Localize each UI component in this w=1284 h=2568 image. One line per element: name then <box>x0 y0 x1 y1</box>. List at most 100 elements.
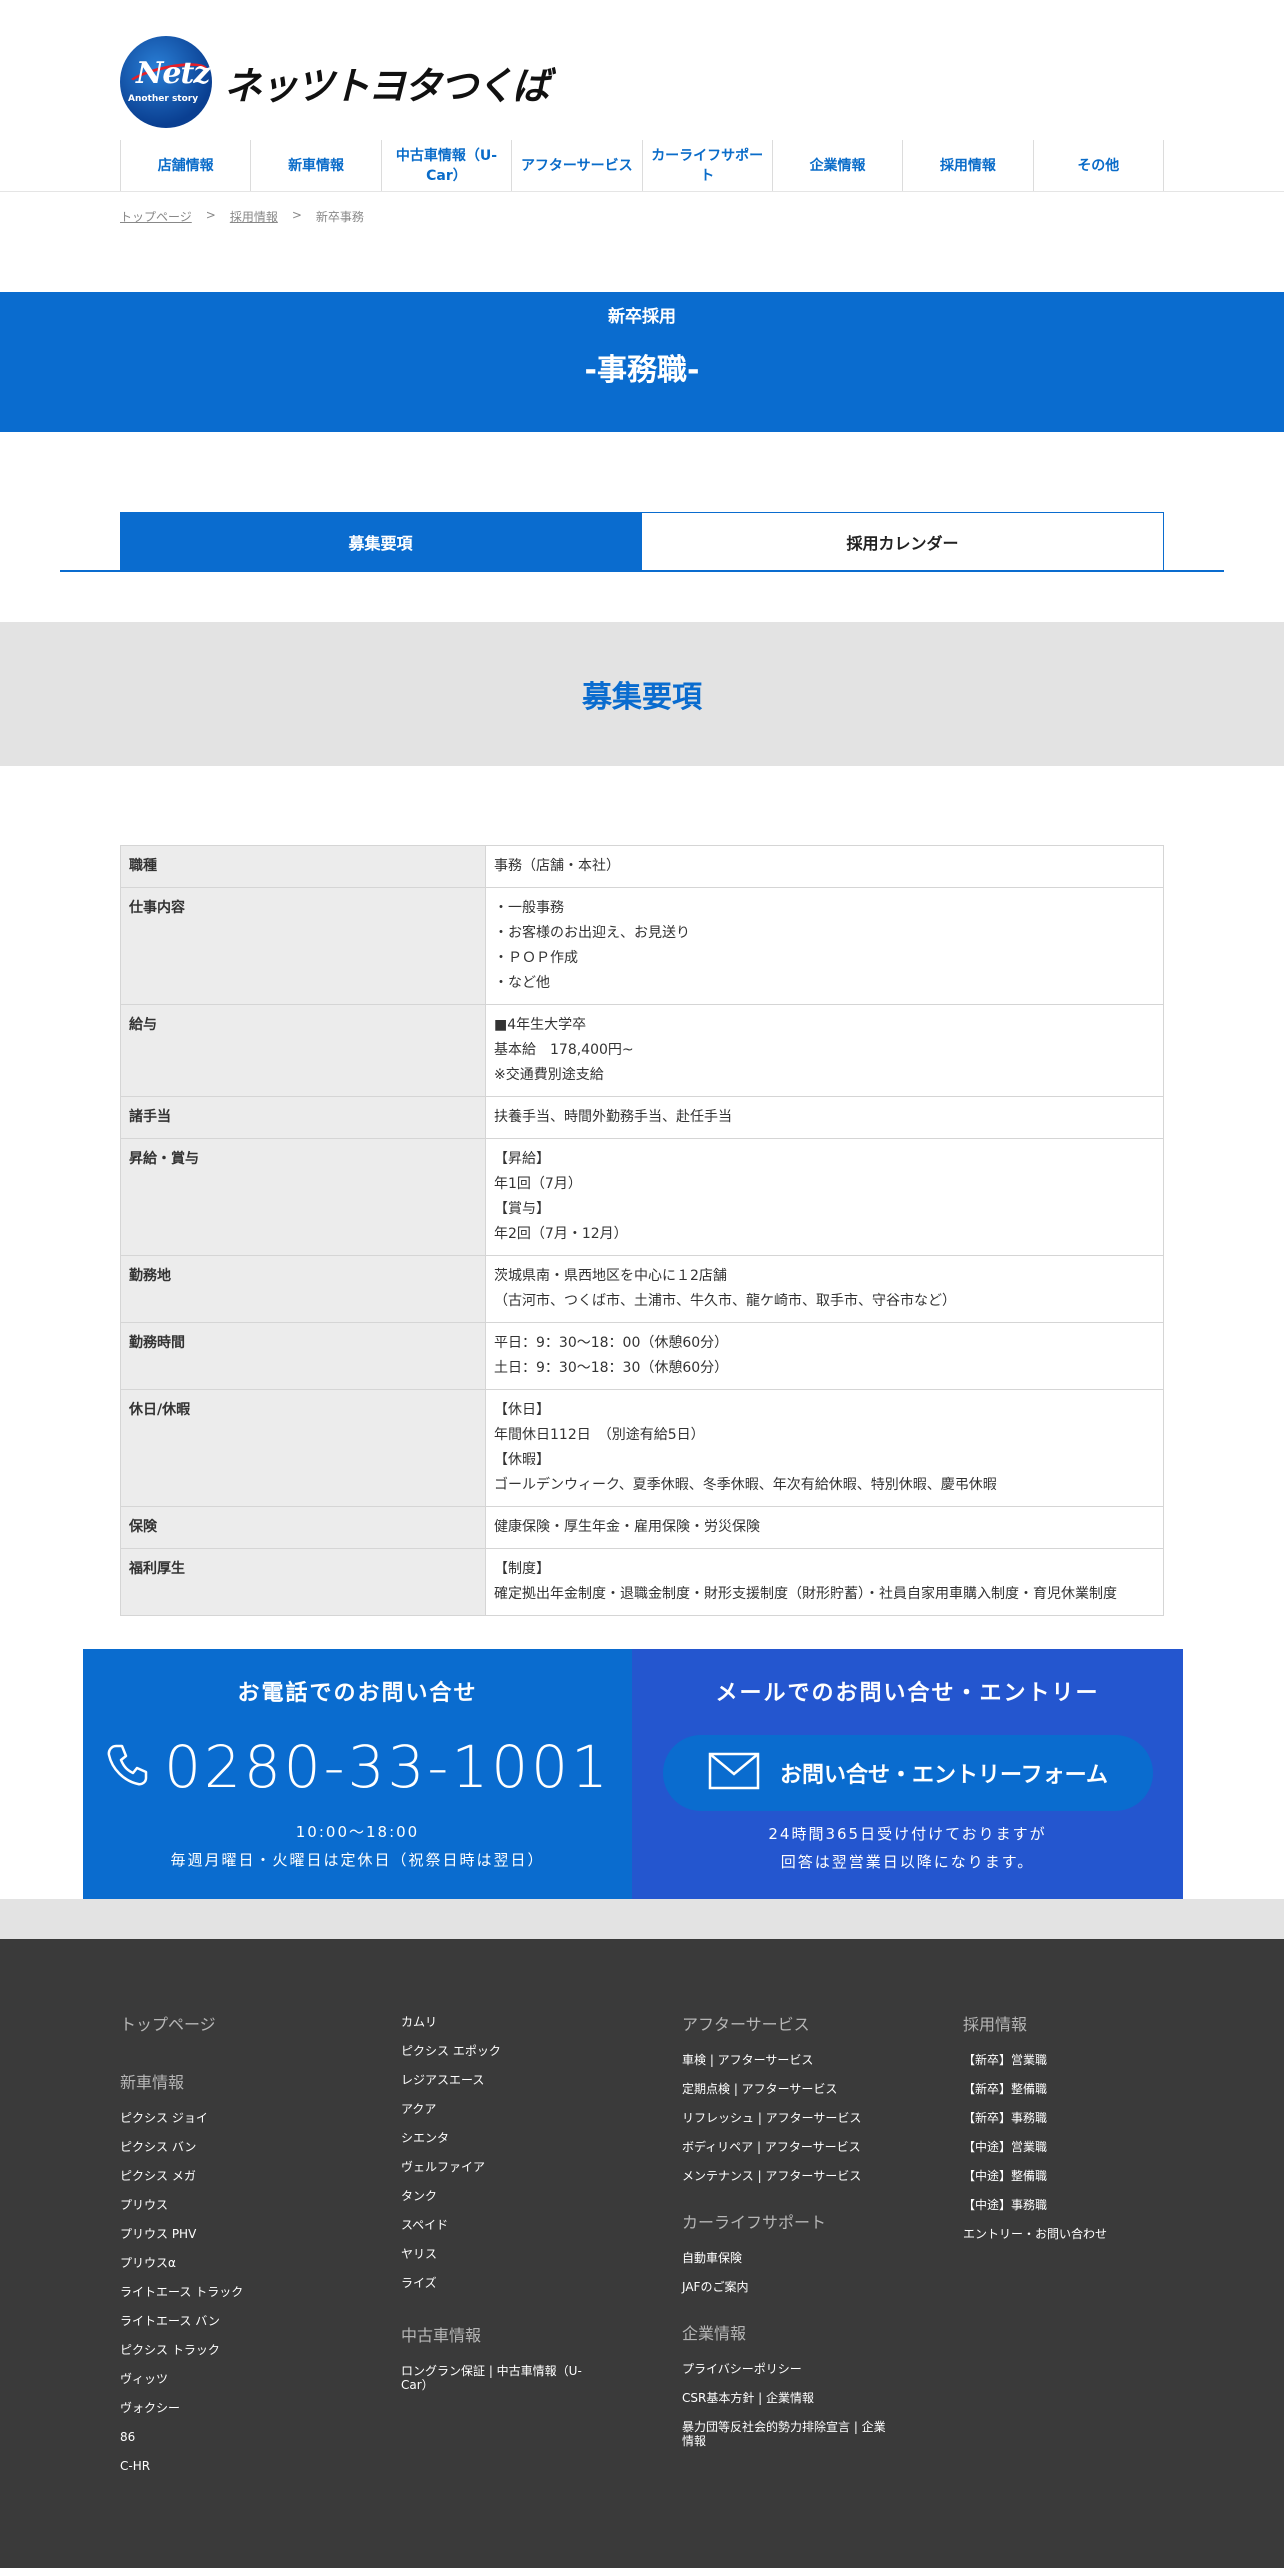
row-value-line: 茨城県南・県西地区を中心に１2店舗 <box>494 1268 727 1284</box>
phone-contact-box: お電話でのお問い合せ 0280-33-1001 10:00〜18:00 毎週月曜… <box>83 1649 632 1899</box>
footer-link-new-car[interactable]: ヤリス <box>401 2247 601 2261</box>
row-value: 茨城県南・県西地区を中心に１2店舗 （古河市、つくば市、土浦市、牛久市、龍ケ崎市、… <box>485 1255 1164 1323</box>
phone-link[interactable]: 0280-33-1001 <box>83 1733 632 1801</box>
phone-hours: 10:00〜18:00 <box>295 1823 420 1841</box>
footer-link-new-car[interactable]: プリウス PHV <box>120 2227 320 2241</box>
footer-link-recruit[interactable]: 【中途】営業職 <box>963 2140 1163 2154</box>
row-value: 事務（店舗・本社） <box>485 845 1164 888</box>
table-row: 諸手当 扶養手当、時間外勤務手当、赴任手当 <box>120 1096 1164 1139</box>
footer-link-recruit[interactable]: 【新卒】営業職 <box>963 2053 1163 2067</box>
nav-item-other[interactable]: その他 <box>1032 140 1164 192</box>
footer-link-new-car[interactable]: プリウス <box>120 2198 320 2212</box>
contact-section: お電話でのお問い合せ 0280-33-1001 10:00〜18:00 毎週月曜… <box>83 1649 1183 1899</box>
footer-link-company[interactable]: 暴力団等反社会的勢力排除宣言 | 企業情報 <box>682 2420 892 2448</box>
footer-link-new-car[interactable]: ピクシス ジョイ <box>120 2111 320 2125</box>
footer-link-new-car[interactable]: シエンタ <box>401 2131 601 2145</box>
footer-link-recruit[interactable]: 【中途】整備職 <box>963 2169 1163 2183</box>
footer-link-after-service[interactable]: 定期点検 | アフターサービス <box>682 2082 882 2096</box>
footer-heading-new-cars[interactable]: 新車情報 <box>120 2069 320 2093</box>
nav-item-after-service[interactable]: アフターサービス <box>511 140 641 192</box>
row-label: 職種 <box>120 845 486 888</box>
nav-item-recruit[interactable]: 採用情報 <box>902 140 1032 192</box>
site-logo[interactable]: Netz Another story ネッツトヨタつくば <box>120 36 550 128</box>
logo-emblem: Netz Another story <box>120 36 212 128</box>
row-value: 健康保険・厚生年金・雇用保険・労災保険 <box>485 1506 1164 1549</box>
nav-item-carlife-support[interactable]: カーライフサポート <box>641 140 772 192</box>
row-value-line: 年間休日112日 （別途有給5日） <box>494 1427 705 1443</box>
footer-link-recruit[interactable]: 【中途】事務職 <box>963 2198 1163 2212</box>
mail-contact-heading: メールでのお問い合せ・エントリー <box>715 1681 1100 1706</box>
footer-link-new-car[interactable]: ライズ <box>401 2276 601 2290</box>
breadcrumb-top[interactable]: トップページ <box>120 208 192 225</box>
footer-link-recruit[interactable]: 【新卒】事務職 <box>963 2111 1163 2125</box>
breadcrumb-separator: > <box>205 208 216 222</box>
footer-link-after-service[interactable]: 車検 | アフターサービス <box>682 2053 882 2067</box>
nav-item-used-cars[interactable]: 中古車情報（U-Car） <box>380 140 511 192</box>
footer-top-strip <box>0 1899 1284 1939</box>
tab-calendar[interactable]: 採用カレンダー <box>641 512 1164 572</box>
nav-item-company[interactable]: 企業情報 <box>771 140 902 192</box>
row-value-line: 健康保険・厚生年金・雇用保険・労災保険 <box>494 1519 760 1535</box>
row-value-line: 【休日】 <box>494 1402 550 1418</box>
footer-link-carlife[interactable]: 自動車保険 <box>682 2251 882 2265</box>
row-value: 【休日】 年間休日112日 （別途有給5日） 【休暇】 ゴールデンウィーク、夏季休暇、… <box>485 1389 1164 1507</box>
table-row: 勤務地 茨城県南・県西地区を中心に１2店舗 （古河市、つくば市、土浦市、牛久市、龍ケ… <box>120 1255 1164 1323</box>
footer-link-new-car[interactable]: レジアスエース <box>401 2073 601 2087</box>
footer-link-new-car[interactable]: ヴィッツ <box>120 2372 320 2386</box>
footer-heading-used-cars[interactable]: 中古車情報 <box>401 2322 601 2346</box>
entry-form-button[interactable]: お問い合せ・エントリーフォーム <box>663 1735 1153 1811</box>
table-row: 福利厚生 【制度】 確定拠出年金制度・退職金制度・財形支援制度（財形貯蓄）・社員自家… <box>120 1548 1164 1616</box>
footer-link-new-car[interactable]: ピクシス バン <box>120 2140 320 2154</box>
footer-col-4: 採用情報 【新卒】営業職 【新卒】整備職 【新卒】事務職 【中途】営業職 【中途】整備職… <box>963 2011 1163 2256</box>
row-value-line: 平日：9：30～18：00（休憩60分） <box>494 1335 729 1351</box>
tab-underline <box>60 570 1224 572</box>
footer-link-new-car[interactable]: ピクシス トラック <box>120 2343 320 2357</box>
footer-link-company[interactable]: プライバシーポリシー <box>682 2362 892 2376</box>
footer-top-link[interactable]: トップページ <box>120 2011 320 2035</box>
row-value-line: 年1回（7月） <box>494 1176 582 1192</box>
row-value: 扶養手当、時間外勤務手当、赴任手当 <box>485 1096 1164 1139</box>
row-value: 【制度】 確定拠出年金制度・退職金制度・財形支援制度（財形貯蓄）・社員自家用車購入… <box>485 1548 1164 1616</box>
footer-link-new-car[interactable]: ヴォクシー <box>120 2401 320 2415</box>
phone-number: 0280-33-1001 <box>164 1733 611 1801</box>
footer-heading-company[interactable]: 企業情報 <box>682 2320 882 2344</box>
footer-link-new-car[interactable]: ヴェルファイア <box>401 2160 601 2174</box>
tab-requirements[interactable]: 募集要項 <box>120 512 641 572</box>
footer-link-new-car[interactable]: 86 <box>120 2430 320 2444</box>
footer-link-recruit[interactable]: 【新卒】整備職 <box>963 2082 1163 2096</box>
row-value-line: 確定拠出年金制度・退職金制度・財形支援制度（財形貯蓄）・社員自家用車購入制度・育… <box>494 1586 1117 1602</box>
footer-link-recruit[interactable]: エントリー・お問い合わせ <box>963 2227 1163 2241</box>
row-label: 勤務地 <box>120 1255 486 1323</box>
footer-link-after-service[interactable]: メンテナンス | アフターサービス <box>682 2169 882 2183</box>
footer-link-new-car[interactable]: タンク <box>401 2189 601 2203</box>
footer-link-new-car[interactable]: ライトエース トラック <box>120 2285 320 2299</box>
page-title: -事務職- <box>584 353 700 388</box>
footer-link-new-car[interactable]: カムリ <box>401 2015 601 2029</box>
footer-link-new-car[interactable]: スペイド <box>401 2218 601 2232</box>
global-nav: 店舗情報 新車情報 中古車情報（U-Car） アフターサービス カーライフサポー… <box>120 140 1164 192</box>
nav-item-stores[interactable]: 店舗情報 <box>120 140 250 192</box>
footer-link-used-car[interactable]: ロングラン保証 | 中古車情報（U-Car） <box>401 2364 591 2392</box>
footer-link-after-service[interactable]: リフレッシュ | アフターサービス <box>682 2111 882 2125</box>
footer-link-new-car[interactable]: C-HR <box>120 2459 320 2473</box>
footer-heading-after-service[interactable]: アフターサービス <box>682 2011 882 2035</box>
breadcrumb-recruit[interactable]: 採用情報 <box>230 208 278 225</box>
logo-netz-text: Netz <box>136 56 210 91</box>
footer-link-after-service[interactable]: ボディリペア | アフターサービス <box>682 2140 882 2154</box>
footer-link-new-car[interactable]: ピクシス メガ <box>120 2169 320 2183</box>
footer-link-company[interactable]: CSR基本方針 | 企業情報 <box>682 2391 892 2405</box>
footer-link-new-car[interactable]: アクア <box>401 2102 601 2116</box>
footer-link-new-car[interactable]: ライトエース バン <box>120 2314 320 2328</box>
site-header: Netz Another story ネッツトヨタつくば 店舗情報 新車情報 中… <box>0 0 1284 192</box>
nav-item-new-cars[interactable]: 新車情報 <box>250 140 380 192</box>
row-value-line: 【賞与】 <box>494 1201 550 1217</box>
footer-link-new-car[interactable]: ピクシス エポック <box>401 2044 601 2058</box>
breadcrumb-current: 新卒事務 <box>315 210 364 224</box>
footer-link-carlife[interactable]: JAFのご案内 <box>682 2280 882 2294</box>
footer-heading-recruit[interactable]: 採用情報 <box>963 2011 1163 2035</box>
tab-bar: 募集要項 採用カレンダー <box>120 512 1164 572</box>
row-value: ・一般事務 ・お客様のお出迎え、お見送り ・ＰＯＰ作成 ・など他 <box>485 887 1164 1005</box>
footer-link-new-car[interactable]: プリウスα <box>120 2256 320 2270</box>
requirements-table: 職種 事務（店舗・本社） 仕事内容 ・一般事務 ・お客様のお出迎え、お見送り ・ＰＯＰ作成… <box>120 845 1164 1616</box>
footer-heading-carlife[interactable]: カーライフサポート <box>682 2209 882 2233</box>
